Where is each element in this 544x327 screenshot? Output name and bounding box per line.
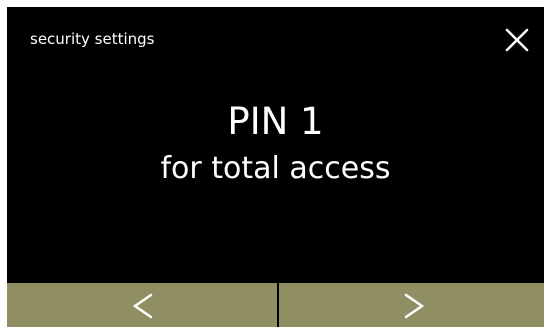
close-button[interactable] (502, 25, 532, 55)
previous-button[interactable] (7, 283, 277, 327)
security-settings-screen: security settings PIN 1 for total access (7, 7, 544, 327)
screen-title: security settings (30, 30, 155, 48)
chevron-left-icon (132, 293, 153, 319)
pin-description: for total access (160, 151, 391, 186)
chevron-right-icon (404, 293, 425, 319)
pin-title: PIN 1 (227, 100, 324, 143)
next-button[interactable] (278, 283, 544, 327)
close-icon (505, 28, 529, 52)
navigation-bar (7, 283, 544, 327)
